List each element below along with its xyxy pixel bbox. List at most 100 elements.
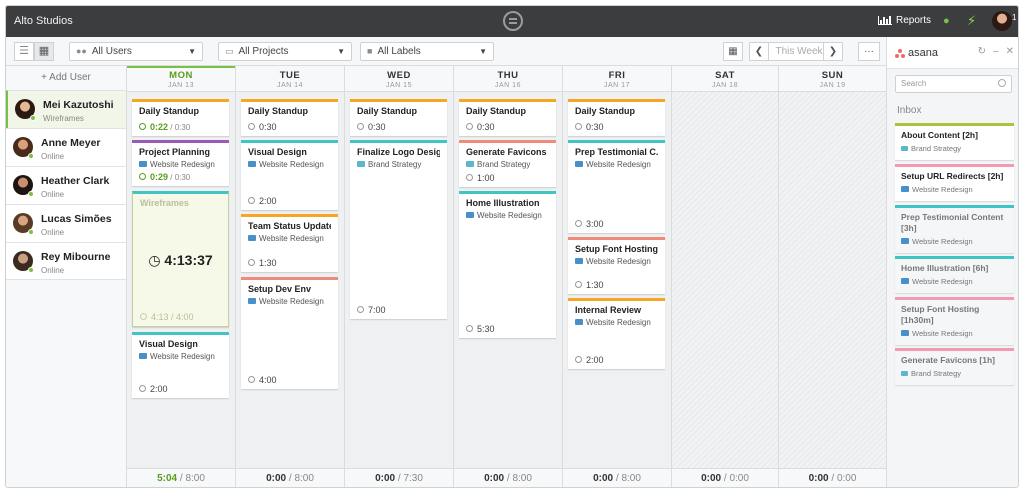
project-name: Website Redesign [912,185,973,194]
reports-label: Reports [896,15,932,26]
task-card[interactable]: Setup Dev Env Website Redesign 4:00 [241,277,338,389]
task-card[interactable]: Visual Design Website Redesign 2:00 [132,332,229,398]
task-title: Team Status Update [248,221,331,231]
task-card[interactable]: Home Illustration Website Redesign 5:30 [459,191,556,338]
user-status: Online [41,266,65,275]
day-column-wed: WED JAN 15 Daily Standup 0:30 Finalize L… [345,66,454,487]
day-header: MON JAN 13 [127,66,235,92]
profile-avatar[interactable] [992,11,1012,31]
asana-task[interactable]: Prep Testimonial Content [3h] Website Re… [895,205,1014,253]
day-total: 0:00 / 8:00 [236,468,344,487]
asana-task[interactable]: Setup Font Hosting [1h30m] Website Redes… [895,297,1014,345]
asana-task[interactable]: Home Illustration [6h] Website Redesign [895,256,1014,293]
task-card[interactable]: Daily Standup 0:30 [459,99,556,136]
tracked-total: 0:00 [484,473,505,484]
day-column-sun: SUN JAN 19 0:00 / 0:00 [779,66,886,487]
toolbar: ☰ ▦ ●● All Users ▼ ▭ All Projects ▼ ■ All L… [6,37,886,66]
task-card[interactable]: Daily Standup 0:30 [350,99,447,136]
estimate-time: 1:30 [259,258,277,268]
day-total: 0:00 / 0:00 [672,468,778,487]
planned-total: 0:00 [836,473,857,484]
task-title: Finalize Logo Design [357,147,440,157]
asana-task[interactable]: Setup URL Redirects [2h] Website Redesig… [895,164,1014,201]
asana-search-input[interactable]: Search [895,75,1012,93]
task-project: Brand Strategy [357,160,440,169]
task-card[interactable]: Setup Font Hosting Website Redesign 1:30 [568,237,665,294]
previous-week-button[interactable]: ❮ [749,42,769,61]
folder-icon [248,160,256,167]
task-card[interactable]: Prep Testimonial C... Website Redesign 3… [568,140,665,233]
user-row[interactable]: Rey Mibourne Online [6,242,126,280]
task-card[interactable]: Daily Standup 0:30 [241,99,338,136]
projects-filter-dropdown[interactable]: ▭ All Projects ▼ [218,42,352,61]
day-header: SUN JAN 19 [779,66,886,92]
bolt-icon[interactable]: ⚡ [967,13,976,29]
user-row[interactable]: Anne Meyer Online [6,128,126,166]
next-week-button[interactable]: ❯ [823,42,843,61]
close-icon[interactable]: ✕ [1006,46,1014,57]
task-card[interactable]: Team Status Update Website Redesign 1:30 [241,214,338,272]
task-title: Wireframes [140,198,189,208]
user-row[interactable]: Lucas Simões Online [6,204,126,242]
folder-icon [575,160,583,167]
user-name: Heather Clark [41,175,110,187]
more-button[interactable]: ··· [858,42,880,61]
task-card[interactable]: Daily Standup 0:30 [568,99,665,136]
clock-icon [575,220,582,228]
clock-icon [139,173,146,181]
users-filter-dropdown[interactable]: ●● All Users ▼ [69,42,203,61]
asana-task-project: Website Redesign [901,237,1008,246]
folder-icon [248,297,256,304]
running-timer[interactable]: ◷ 4:13:37 [133,252,228,269]
user-icon[interactable]: ● [943,15,950,27]
week-label[interactable]: This Week [769,42,829,61]
task-card[interactable]: Daily Standup 0:22 / 0:30 [132,99,229,136]
asana-brand: asana [908,47,938,59]
project-name: Website Redesign [259,160,324,169]
task-time: 1:00 [466,173,495,183]
add-user-button[interactable]: + Add User [6,66,126,90]
day-total: 0:00 / 8:00 [563,468,671,487]
clock-icon [357,123,364,131]
clock-icon [575,356,582,364]
user-status: Online [41,228,65,237]
labels-filter-dropdown[interactable]: ■ All Labels ▼ [360,42,494,61]
clock-icon [357,306,364,314]
inbox-label: Inbox [897,105,922,116]
task-card[interactable]: Generate Favicons Brand Strategy 1:00 [459,140,556,187]
user-row[interactable]: Mei Kazutoshi Wireframes [6,90,126,128]
estimate-time: 5:30 [477,324,495,334]
user-status: Wireframes [43,114,84,123]
day-header: WED JAN 15 [345,66,453,92]
week-calendar: MON JAN 13 Daily Standup 0:22 / 0:30 Pro… [127,66,886,487]
estimate-time: 2:00 [150,384,168,394]
task-time: 0:30 [466,122,495,132]
task-card[interactable]: Finalize Logo Design Brand Strategy 7:00 [350,140,447,319]
project-name: Website Redesign [586,160,651,169]
task-project: Website Redesign [248,160,331,169]
asana-task-title: Home Illustration [6h] [901,263,989,273]
list-view-button[interactable]: ☰ [14,42,34,61]
task-project: Website Redesign [248,297,331,306]
task-card[interactable]: Project Planning Website Redesign 0:29 /… [132,140,229,186]
day-date: JAN 18 [712,82,738,89]
task-card[interactable]: Internal Review Website Redesign 2:00 [568,298,665,369]
app-logo-icon[interactable] [503,11,523,31]
user-row[interactable]: Heather Clark Online [6,166,126,204]
task-title: Setup Dev Env [248,284,312,294]
grid-view-button[interactable]: ▦ [34,42,54,61]
minimize-icon[interactable]: – [993,46,999,57]
user-name: Rey Mibourne [41,251,111,263]
refresh-icon[interactable]: ↻ [978,46,986,57]
calendar-button[interactable]: ▦ [723,42,743,61]
asana-task-title: Setup URL Redirects [2h] [901,171,1004,181]
active-task-card[interactable]: Wireframes ◷ 4:13:37 4:13 / 4:00 [132,191,229,327]
timer-value: 4:13:37 [164,252,213,268]
asana-task[interactable]: Generate Favicons [1h] Brand Strategy [895,348,1014,385]
clock-icon [248,259,255,267]
asana-task[interactable]: About Content [2h] Brand Strategy [895,123,1014,160]
reports-button[interactable]: Reports [878,15,931,26]
task-card[interactable]: Visual Design Website Redesign 2:00 [241,140,338,210]
day-column-mon: MON JAN 13 Daily Standup 0:22 / 0:30 Pro… [127,66,236,487]
task-title: Visual Design [248,147,307,157]
